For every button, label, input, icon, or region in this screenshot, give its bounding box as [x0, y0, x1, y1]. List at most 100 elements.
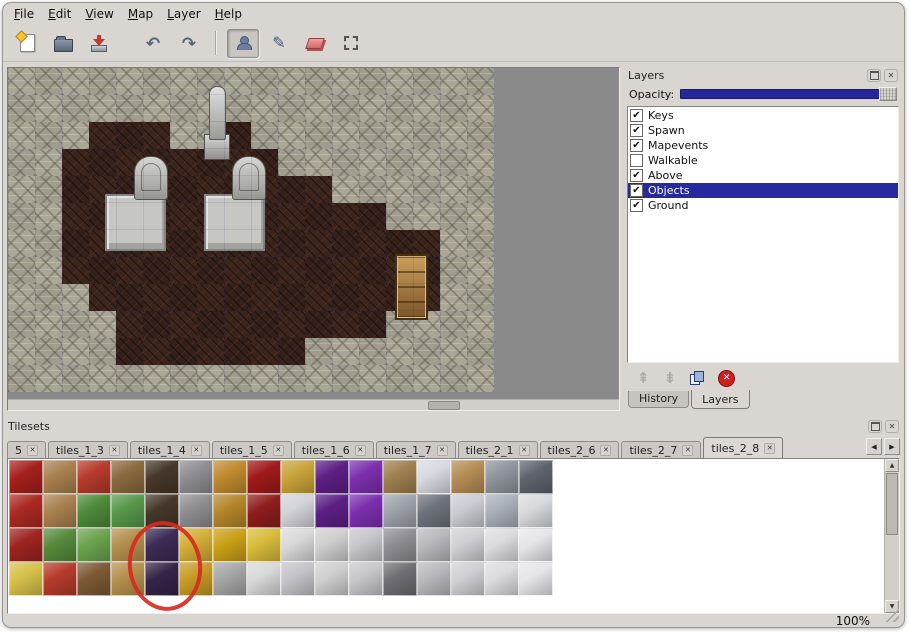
tileset-tile-0-0[interactable] [9, 460, 43, 494]
tab-close-icon[interactable] [273, 445, 284, 456]
floor-tile[interactable] [62, 176, 89, 203]
wall-tile[interactable] [8, 365, 35, 392]
tab-layers[interactable]: Layers [691, 390, 749, 409]
wall-tile[interactable] [89, 68, 116, 95]
stamp-tool-button[interactable] [227, 29, 259, 58]
wall-tile[interactable] [251, 68, 278, 95]
wall-tile[interactable] [467, 122, 494, 149]
tab-close-icon[interactable] [437, 445, 448, 456]
tileset-tile-0-1[interactable] [43, 460, 77, 494]
floor-tile[interactable] [170, 230, 197, 257]
floor-tile[interactable] [251, 284, 278, 311]
wall-tile[interactable] [332, 365, 359, 392]
wall-tile[interactable] [35, 257, 62, 284]
wall-tile[interactable] [62, 68, 89, 95]
wall-tile[interactable] [278, 68, 305, 95]
wall-tile[interactable] [143, 365, 170, 392]
wall-tile[interactable] [386, 149, 413, 176]
wall-tile[interactable] [278, 149, 305, 176]
wall-tile[interactable] [224, 365, 251, 392]
floor-tile[interactable] [62, 149, 89, 176]
wall-tile[interactable] [359, 176, 386, 203]
tab-close-icon[interactable] [27, 445, 38, 456]
tileset-tile-1-15[interactable] [519, 494, 553, 528]
wall-tile[interactable] [440, 68, 467, 95]
close-panel-button[interactable] [884, 69, 898, 82]
float-panel-button[interactable] [867, 69, 881, 82]
menu-map[interactable]: Map [121, 5, 160, 23]
wall-tile[interactable] [8, 203, 35, 230]
tileset-tile-0-6[interactable] [213, 460, 247, 494]
floor-tile[interactable] [116, 284, 143, 311]
wall-tile[interactable] [467, 230, 494, 257]
tileset-tile-2-7[interactable] [247, 528, 281, 562]
floor-tile[interactable] [278, 230, 305, 257]
wall-tile[interactable] [170, 365, 197, 392]
wall-tile[interactable] [251, 95, 278, 122]
move-layer-up-button[interactable] [637, 369, 650, 387]
wall-tile[interactable] [332, 338, 359, 365]
layer-row-walkable[interactable]: Walkable [628, 153, 898, 168]
tileset-tile-2-15[interactable] [519, 528, 553, 562]
wall-tile[interactable] [35, 95, 62, 122]
wall-tile[interactable] [413, 68, 440, 95]
floor-tile[interactable] [89, 149, 116, 176]
wall-tile[interactable] [413, 122, 440, 149]
wall-tile[interactable] [359, 68, 386, 95]
move-layer-down-button[interactable] [664, 369, 677, 387]
wall-tile[interactable] [251, 122, 278, 149]
floor-tile[interactable] [332, 203, 359, 230]
floor-tile[interactable] [143, 311, 170, 338]
wall-tile[interactable] [89, 95, 116, 122]
floor-tile[interactable] [278, 257, 305, 284]
tileset-tile-1-6[interactable] [213, 494, 247, 528]
floor-tile[interactable] [386, 230, 413, 257]
wall-tile[interactable] [89, 365, 116, 392]
wall-tile[interactable] [278, 365, 305, 392]
wall-tile[interactable] [413, 149, 440, 176]
floor-tile[interactable] [116, 338, 143, 365]
tileset-tile-3-12[interactable] [417, 562, 451, 596]
floor-tile[interactable] [197, 257, 224, 284]
layer-row-keys[interactable]: Keys [628, 108, 898, 123]
wall-tile[interactable] [467, 338, 494, 365]
wall-tile[interactable] [62, 365, 89, 392]
floor-tile[interactable] [413, 230, 440, 257]
wall-tile[interactable] [413, 95, 440, 122]
floor-tile[interactable] [224, 338, 251, 365]
wall-tile[interactable] [467, 149, 494, 176]
wall-tile[interactable] [305, 338, 332, 365]
tileset-tab-tiles_2_7[interactable]: tiles_2_7 [621, 441, 701, 458]
menu-file[interactable]: File [7, 5, 41, 23]
wall-tile[interactable] [440, 284, 467, 311]
wall-tile[interactable] [413, 365, 440, 392]
tileset-tile-2-14[interactable] [485, 528, 519, 562]
tileset-tab-tiles_1_4[interactable]: tiles_1_4 [130, 441, 210, 458]
tileset-tile-2-12[interactable] [417, 528, 451, 562]
wall-tile[interactable] [413, 338, 440, 365]
map-horizontal-scrollbar[interactable] [8, 399, 619, 410]
tileset-tile-1-14[interactable] [485, 494, 519, 528]
wall-tile[interactable] [386, 176, 413, 203]
tileset-tab-tiles_1_3[interactable]: tiles_1_3 [48, 441, 128, 458]
wall-tile[interactable] [35, 68, 62, 95]
tileset-tile-3-0[interactable] [9, 562, 43, 596]
wall-tile[interactable] [359, 95, 386, 122]
new-map-button[interactable] [11, 29, 43, 58]
tileset-tab-tiles_2_6[interactable]: tiles_2_6 [540, 441, 620, 458]
floor-tile[interactable] [251, 311, 278, 338]
wall-tile[interactable] [386, 68, 413, 95]
wall-tile[interactable] [8, 338, 35, 365]
wall-tile[interactable] [467, 365, 494, 392]
select-tool-button[interactable] [335, 29, 367, 58]
cabinet[interactable] [395, 254, 428, 320]
wall-tile[interactable] [8, 257, 35, 284]
tileset-tile-3-9[interactable] [315, 562, 349, 596]
scroll-tabs-left-button[interactable] [866, 438, 882, 455]
tab-close-icon[interactable] [519, 445, 530, 456]
tileset-tile-1-7[interactable] [247, 494, 281, 528]
floor-tile[interactable] [116, 257, 143, 284]
tileset-tile-1-9[interactable] [315, 494, 349, 528]
wall-tile[interactable] [386, 203, 413, 230]
map-canvas[interactable] [8, 68, 494, 392]
